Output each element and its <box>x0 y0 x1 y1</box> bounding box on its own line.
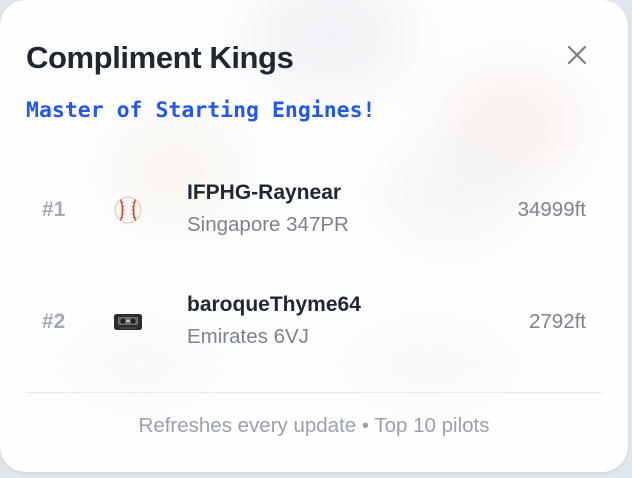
leaderboard-card: Compliment Kings Master of Starting Engi… <box>0 0 628 472</box>
rank-label: #2 <box>42 310 66 333</box>
altitude-value: 2792ft <box>529 310 586 333</box>
flight-label: Singapore 347PR <box>187 213 349 236</box>
pilot-name: baroqueThyme64 <box>187 293 361 316</box>
rank-label: #1 <box>42 198 66 221</box>
videocassette-icon <box>114 314 142 330</box>
leaderboard-row: #2 baroqueThyme64 Emirates 6VJ 2792ft <box>26 277 600 367</box>
subtitle: Master of Starting Engines! <box>26 98 376 123</box>
leaderboard-row: #1 IFPHG-Raynear Singapore 347PR 34999ft <box>26 165 600 255</box>
altitude-value: 34999ft <box>517 198 586 221</box>
close-button[interactable] <box>560 38 594 72</box>
page-title: Compliment Kings <box>26 40 294 75</box>
divider <box>26 392 602 393</box>
flight-label: Emirates 6VJ <box>187 325 309 348</box>
baseball-icon <box>114 196 142 224</box>
close-icon <box>567 45 587 65</box>
footer-text: Refreshes every update • Top 10 pilots <box>138 414 490 437</box>
pilot-name: IFPHG-Raynear <box>187 181 342 204</box>
